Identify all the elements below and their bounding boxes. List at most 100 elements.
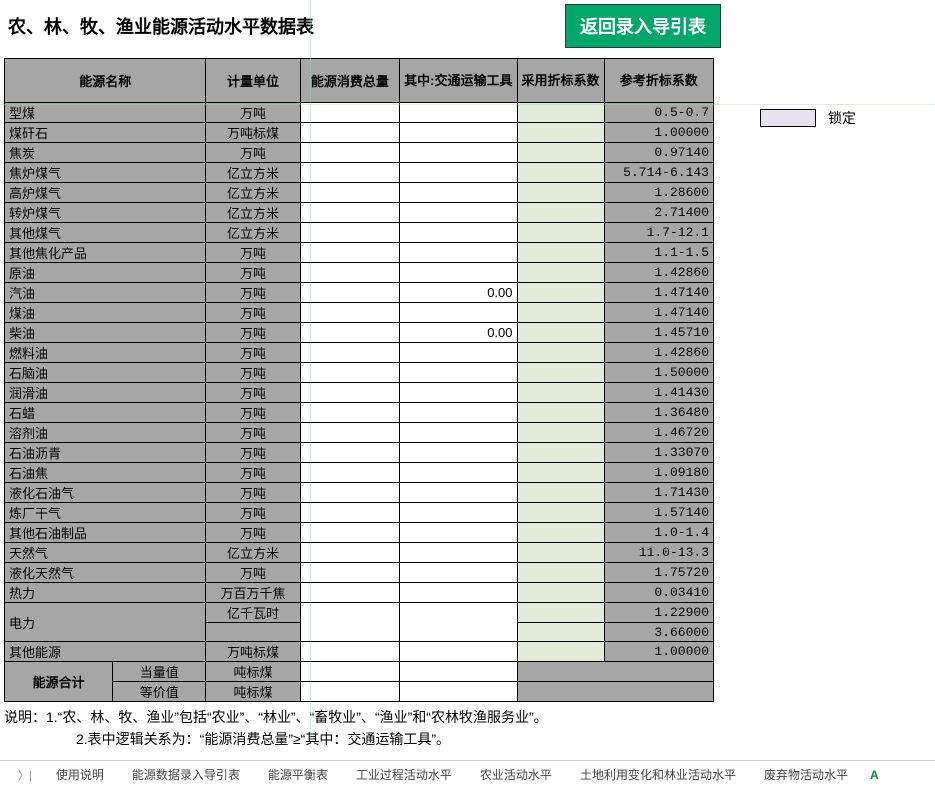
cell-adopt[interactable] <box>517 203 604 223</box>
tab-land[interactable]: 土地利用变化和林业活动水平 <box>566 760 750 789</box>
cell-adopt[interactable] <box>517 103 604 123</box>
cell-unit: 亿立方米 <box>206 223 300 243</box>
cell-adopt[interactable] <box>517 123 604 143</box>
cell-adopt[interactable] <box>517 563 604 583</box>
cell-total[interactable] <box>300 583 400 603</box>
cell-adopt[interactable] <box>517 443 604 463</box>
cell-transport[interactable] <box>400 203 517 223</box>
cell-total[interactable] <box>300 543 400 563</box>
cell-adopt[interactable] <box>517 383 604 403</box>
cell-total[interactable] <box>300 383 400 403</box>
cell-total[interactable] <box>300 243 400 263</box>
cell-adopt[interactable] <box>517 263 604 283</box>
cell-adopt[interactable] <box>517 603 604 623</box>
cell-total[interactable] <box>300 283 400 303</box>
cell-transport[interactable] <box>400 103 517 123</box>
cell-adopt[interactable] <box>517 403 604 423</box>
cell-adopt[interactable] <box>517 543 604 563</box>
cell-adopt[interactable] <box>517 623 604 642</box>
cell-adopt[interactable] <box>517 183 604 203</box>
tab-scroll-prev-icon[interactable]: 〉| <box>18 767 32 783</box>
cell-total[interactable] <box>300 443 400 463</box>
tab-balance[interactable]: 能源平衡表 <box>254 760 342 789</box>
cell-total[interactable] <box>300 203 400 223</box>
cell-total[interactable] <box>300 343 400 363</box>
cell-name: 型煤 <box>5 103 206 123</box>
cell-adopt[interactable] <box>517 363 604 383</box>
cell-adopt[interactable] <box>517 503 604 523</box>
cell-transport[interactable] <box>400 403 517 423</box>
tab-waste[interactable]: 废弃物活动水平 <box>750 760 862 789</box>
cell-total[interactable] <box>300 143 400 163</box>
cell-total[interactable] <box>300 123 400 143</box>
back-button[interactable]: 返回录入导引表 <box>565 4 721 48</box>
cell-total[interactable] <box>300 183 400 203</box>
tab-agriculture[interactable]: 农业活动水平 <box>466 760 566 789</box>
cell-transport[interactable] <box>400 363 517 383</box>
cell-transport[interactable] <box>400 662 517 682</box>
tab-a[interactable]: A <box>870 768 879 782</box>
cell-total[interactable] <box>300 423 400 443</box>
cell-total[interactable] <box>300 103 400 123</box>
cell-transport[interactable] <box>400 223 517 243</box>
cell-adopt[interactable] <box>517 343 604 363</box>
cell-total[interactable] <box>300 682 400 702</box>
cell-total[interactable] <box>300 603 400 642</box>
cell-adopt[interactable] <box>517 163 604 183</box>
cell-total[interactable] <box>300 223 400 243</box>
cell-transport[interactable] <box>400 243 517 263</box>
cell-total[interactable] <box>300 642 400 662</box>
cell-adopt[interactable] <box>517 463 604 483</box>
cell-transport[interactable] <box>400 583 517 603</box>
cell-transport[interactable] <box>400 443 517 463</box>
cell-adopt[interactable] <box>517 483 604 503</box>
cell-transport[interactable]: 0.00 <box>400 323 517 343</box>
cell-total[interactable] <box>300 503 400 523</box>
cell-transport[interactable] <box>400 383 517 403</box>
cell-total[interactable] <box>300 163 400 183</box>
cell-total[interactable] <box>300 323 400 343</box>
cell-transport[interactable] <box>400 143 517 163</box>
cell-transport[interactable] <box>400 503 517 523</box>
cell-adopt[interactable] <box>517 223 604 243</box>
cell-transport[interactable] <box>400 603 517 642</box>
cell-transport[interactable] <box>400 682 517 702</box>
cell-transport[interactable] <box>400 183 517 203</box>
cell-total[interactable] <box>300 403 400 423</box>
cell-transport[interactable] <box>400 123 517 143</box>
cell-transport[interactable] <box>400 543 517 563</box>
cell-total[interactable] <box>300 463 400 483</box>
cell-total[interactable] <box>300 263 400 283</box>
cell-total[interactable] <box>300 563 400 583</box>
tab-instructions[interactable]: 使用说明 <box>42 760 118 789</box>
cell-transport[interactable] <box>400 303 517 323</box>
cell-transport[interactable] <box>400 343 517 363</box>
cell-transport[interactable] <box>400 263 517 283</box>
cell-adopt[interactable] <box>517 323 604 343</box>
cell-adopt[interactable] <box>517 283 604 303</box>
cell-adopt[interactable] <box>517 523 604 543</box>
cell-transport[interactable] <box>400 423 517 443</box>
cell-transport[interactable] <box>400 483 517 503</box>
cell-adopt[interactable] <box>517 243 604 263</box>
cell-blank <box>517 662 713 682</box>
cell-total[interactable] <box>300 483 400 503</box>
cell-adopt[interactable] <box>517 143 604 163</box>
cell-transport[interactable] <box>400 523 517 543</box>
cell-adopt[interactable] <box>517 303 604 323</box>
cell-adopt[interactable] <box>517 583 604 603</box>
cell-adopt[interactable] <box>517 642 604 662</box>
cell-transport[interactable] <box>400 463 517 483</box>
cell-transport[interactable] <box>400 642 517 662</box>
tab-industry[interactable]: 工业过程活动水平 <box>342 760 466 789</box>
cell-transport[interactable]: 0.00 <box>400 283 517 303</box>
cell-transport[interactable] <box>400 163 517 183</box>
cell-total[interactable] <box>300 523 400 543</box>
cell-adopt[interactable] <box>517 423 604 443</box>
tab-guide[interactable]: 能源数据录入导引表 <box>118 760 254 789</box>
cell-total[interactable] <box>300 363 400 383</box>
cell-total[interactable] <box>300 303 400 323</box>
cell-transport[interactable] <box>400 563 517 583</box>
cell-unit: 万吨 <box>206 463 300 483</box>
cell-total[interactable] <box>300 662 400 682</box>
